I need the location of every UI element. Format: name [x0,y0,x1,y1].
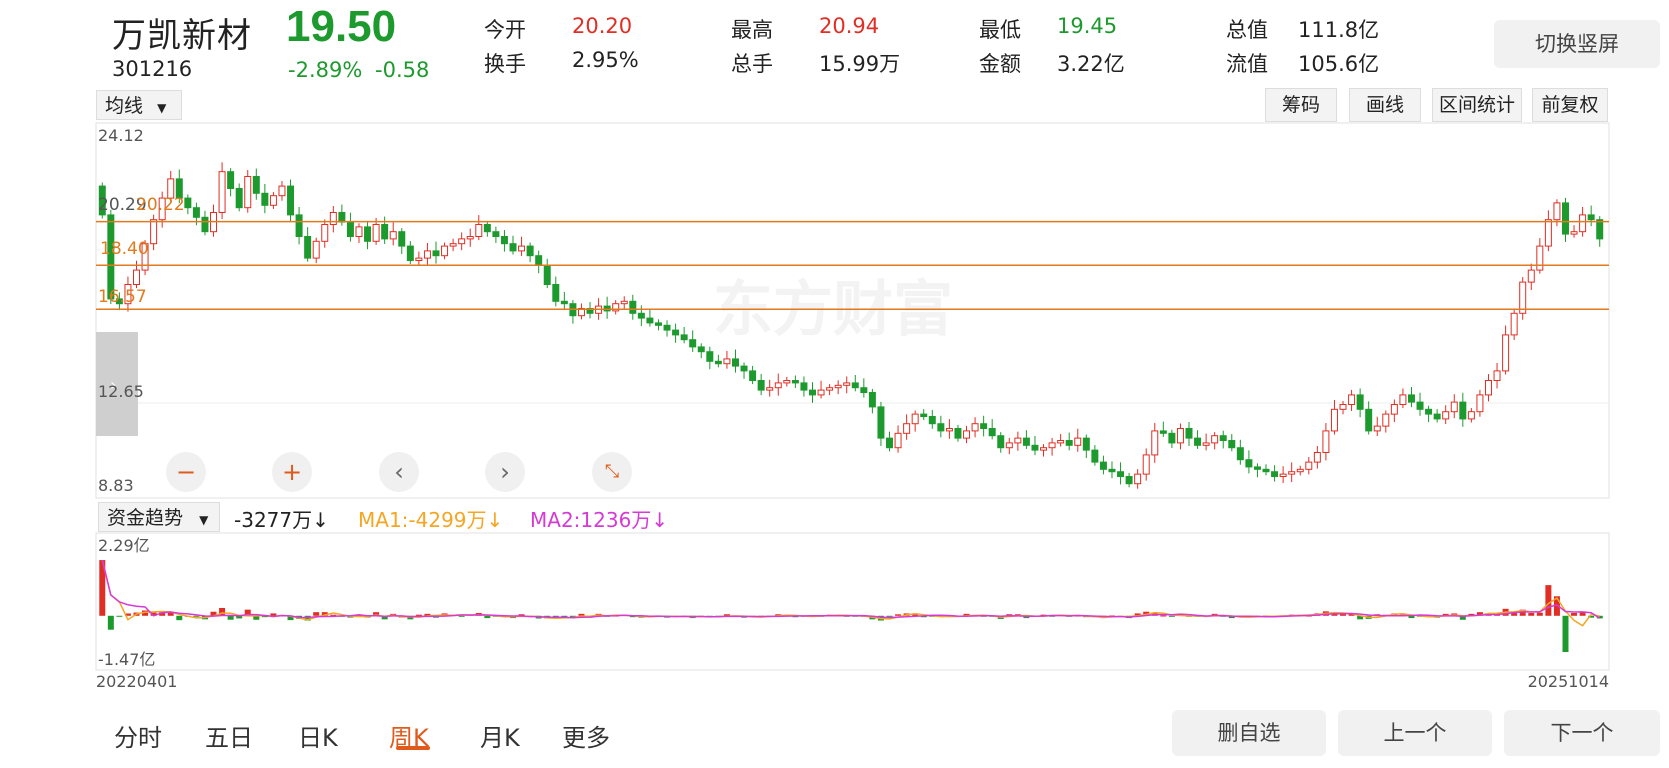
fund-bar [116,615,123,617]
tab-five-day[interactable]: 五日 [205,718,253,753]
fund-bar [1168,615,1175,617]
fund-bar [176,615,183,621]
fund-bar [886,615,893,617]
tab-intraday[interactable]: 分时 [114,718,162,753]
fund-bar [193,615,200,617]
tab-more[interactable]: 更多 [562,718,610,753]
fund-bar [1528,612,1535,616]
active-tab-indicator [396,746,430,750]
fund-bar [227,615,234,620]
fund-bar [1536,612,1543,616]
tab-daily-k[interactable]: 日K [298,718,338,753]
fund-bar [1571,612,1578,616]
fund-bar [219,607,226,616]
fund-bar [895,614,902,616]
next-stock-button[interactable]: 下一个 [1504,710,1660,756]
fund-bar [1340,614,1347,616]
date-start: 20220401 [96,672,177,691]
remove-watchlist-button[interactable]: 删自选 [1172,710,1326,756]
sub-ytick-top: 2.29亿 [98,536,150,555]
fund-bar [107,615,114,630]
fund-bar [1562,615,1569,653]
fund-bar [458,615,465,617]
fund-bar [1545,585,1552,616]
fund-bars-group [99,560,1603,653]
sub-chart-frame [95,532,1610,671]
fund-bar [313,612,320,616]
fund-bar [1160,615,1167,617]
ma2-line [101,559,1601,619]
previous-stock-button[interactable]: 上一个 [1338,710,1492,756]
sub-ytick-bottom: -1.47亿 [98,650,155,669]
sub-chart-svg: 2.29亿 -1.47亿 20220401 20251014 [95,532,1610,691]
tab-monthly-k[interactable]: 月K [480,718,520,753]
date-end: 20251014 [1528,672,1609,691]
